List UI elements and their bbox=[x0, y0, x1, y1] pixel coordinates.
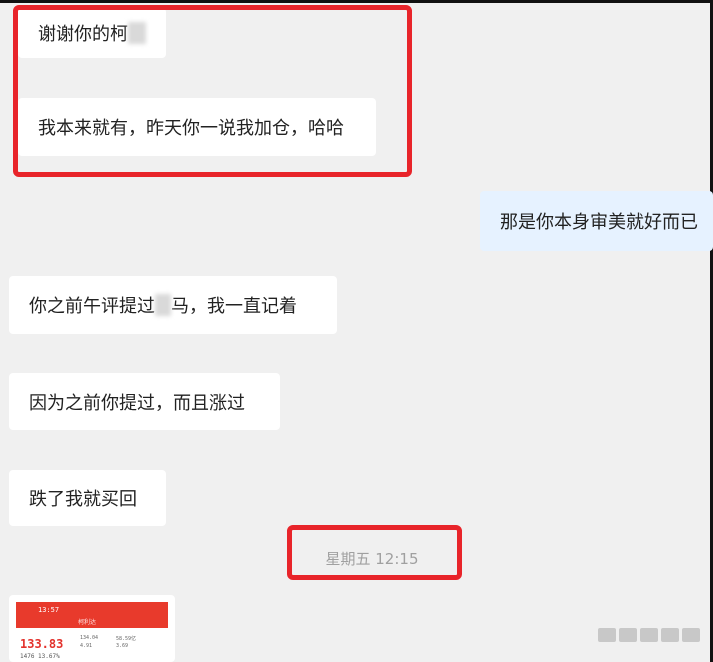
stock-change: 1476 13.67% bbox=[20, 653, 60, 660]
message-bubble-incoming[interactable]: 因为之前你提过，而且涨过 bbox=[9, 373, 280, 430]
image-message[interactable]: 13:57 柯利达 133.83 1476 13.67% 134.04 4.91… bbox=[9, 595, 175, 662]
window-top-border bbox=[0, 0, 713, 3]
mini-value: 4.91 bbox=[80, 643, 93, 649]
message-bubble-outgoing[interactable]: 那是你本身审美就好而已 bbox=[480, 191, 713, 251]
mini-value: 134.04 bbox=[80, 635, 99, 641]
stock-title: 柯利达 bbox=[78, 619, 97, 626]
highlight-box-timestamp bbox=[287, 525, 462, 580]
mini-value: 58.59亿 bbox=[116, 636, 137, 642]
stock-app-header: 13:57 柯利达 bbox=[16, 602, 168, 628]
status-time: 13:57 bbox=[38, 606, 60, 614]
message-text-before: 你之前午评提过 bbox=[29, 296, 155, 317]
message-text: 那是你本身审美就好而已 bbox=[500, 212, 698, 233]
stock-screenshot-thumbnail: 13:57 柯利达 133.83 1476 13.67% 134.04 4.91… bbox=[16, 602, 168, 662]
mini-value: 3.69 bbox=[116, 643, 129, 649]
message-bubble-incoming[interactable]: 跌了我就买回 bbox=[9, 470, 166, 526]
message-text: 跌了我就买回 bbox=[29, 489, 137, 510]
blurred-watermark bbox=[598, 628, 700, 646]
message-text-after: 马，我一直记着 bbox=[171, 296, 297, 317]
highlight-box-messages bbox=[13, 5, 412, 177]
message-text: 因为之前你提过，而且涨过 bbox=[29, 392, 245, 414]
stock-price: 133.83 bbox=[20, 637, 64, 651]
redaction-blur bbox=[155, 294, 171, 316]
message-bubble-incoming[interactable]: 你之前午评提过 马，我一直记着 bbox=[9, 276, 337, 334]
